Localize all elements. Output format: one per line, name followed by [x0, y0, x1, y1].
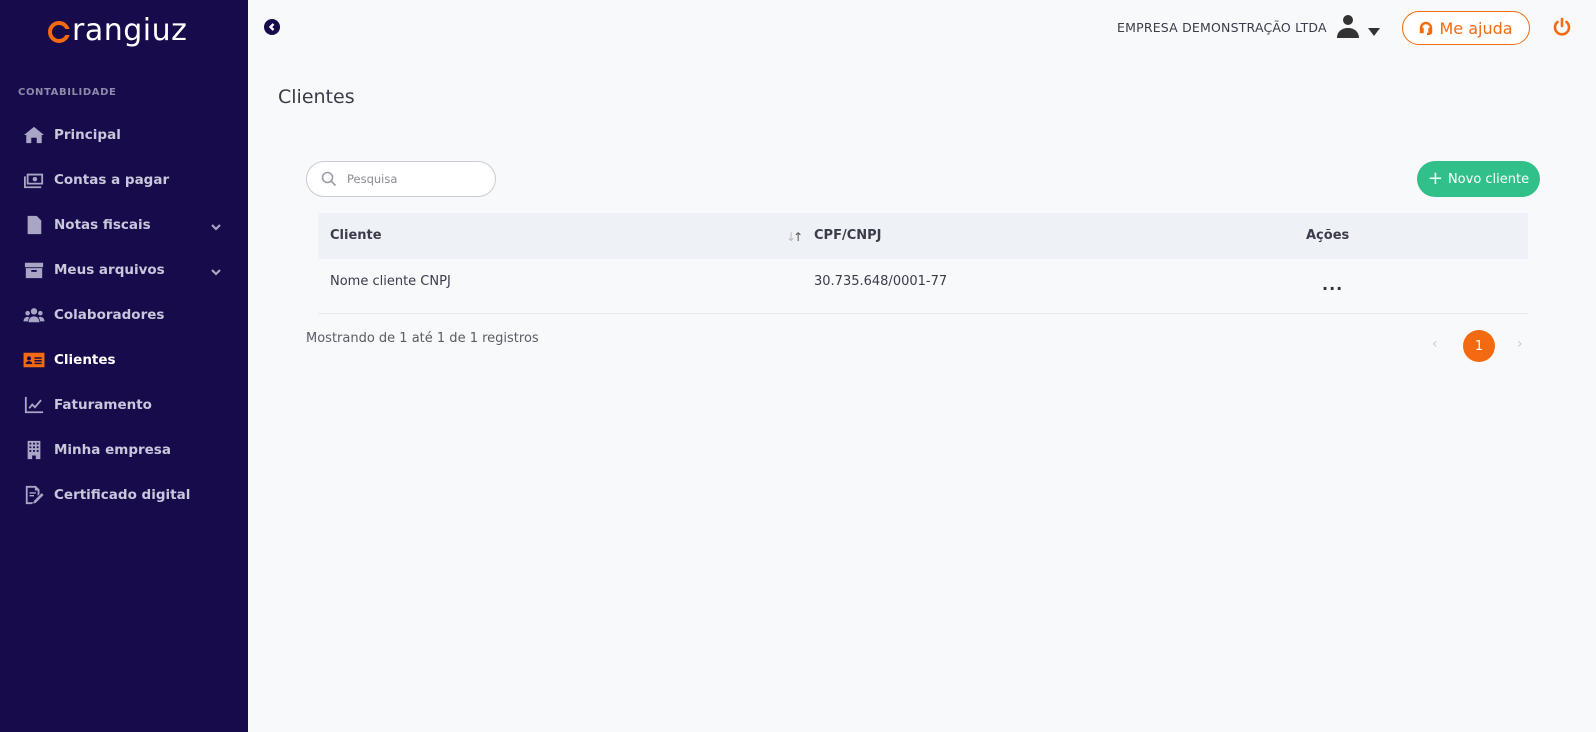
chevron-left-icon	[268, 23, 275, 31]
company-name: EMPRESA DEMONSTRAÇÃO LTDA	[1117, 20, 1327, 35]
clients-table: Cliente ↓↑ CPF/CNPJ Ações Nome cliente C…	[318, 213, 1528, 314]
new-client-button-label: Novo cliente	[1447, 171, 1530, 187]
sidebar-item-label: Faturamento	[54, 396, 152, 413]
pagination-prev[interactable]: ‹	[1432, 336, 1438, 352]
home-icon	[22, 124, 46, 146]
cell-cpf-cnpj: 30.735.648/0001-77	[814, 274, 948, 289]
chart-icon	[22, 394, 46, 416]
sidebar-item-label: Meus arquivos	[54, 261, 165, 278]
sidebar-item-label: Contas a pagar	[54, 171, 170, 188]
help-button[interactable]: Me ajuda	[1402, 11, 1530, 45]
sidebar-item-label: Certificado digital	[54, 486, 191, 503]
column-header-cpf-cnpj[interactable]: CPF/CNPJ	[814, 228, 881, 243]
collapse-sidebar-button[interactable]	[264, 19, 280, 35]
sidebar-item-principal[interactable]: Principal	[0, 112, 248, 157]
column-header-cliente[interactable]: Cliente	[330, 228, 382, 243]
sidebar-item-minha-empresa[interactable]: Minha empresa	[0, 427, 248, 472]
logo-text: rangiuz	[72, 12, 188, 48]
certificate-icon	[22, 484, 46, 506]
sidebar-item-label: Principal	[54, 126, 121, 143]
sidebar-item-label: Notas fiscais	[54, 216, 151, 233]
sidebar-item-faturamento[interactable]: Faturamento	[0, 382, 248, 427]
sort-icon[interactable]: ↓↑	[786, 230, 803, 244]
sidebar-item-label: Minha empresa	[54, 441, 171, 458]
new-client-button[interactable]: + Novo cliente	[1417, 161, 1540, 197]
section-label-contabilidade: CONTABILIDADE	[18, 87, 117, 98]
column-header-acoes: Ações	[1306, 228, 1350, 243]
sidebar-item-clientes[interactable]: Clientes	[0, 337, 248, 382]
power-icon[interactable]	[1552, 17, 1572, 37]
orangiuz-logo[interactable]: rangiuz	[48, 10, 187, 50]
caret-down-icon[interactable]	[1368, 21, 1380, 36]
plus-icon: +	[1427, 168, 1443, 189]
sidebar-item-meus-arquivos[interactable]: Meus arquivos	[0, 247, 248, 292]
records-info: Mostrando de 1 até 1 de 1 registros	[306, 331, 539, 346]
sidebar-item-label: Colaboradores	[54, 306, 165, 323]
page-title: Clientes	[278, 86, 355, 108]
search-icon	[321, 171, 337, 187]
id-card-icon	[22, 349, 46, 371]
chevron-down-icon[interactable]	[210, 218, 222, 231]
sidebar-item-notas-fiscais[interactable]: Notas fiscais	[0, 202, 248, 247]
pagination-next[interactable]: ›	[1517, 336, 1523, 352]
table-header: Cliente ↓↑ CPF/CNPJ Ações	[318, 213, 1528, 259]
building-icon	[22, 439, 46, 461]
chevron-down-icon[interactable]	[210, 263, 222, 276]
users-icon	[22, 304, 46, 326]
headset-icon	[1420, 21, 1433, 35]
pagination-page-1[interactable]: 1	[1463, 330, 1495, 362]
table-row: Nome cliente CNPJ 30.735.648/0001-77 ...	[318, 259, 1528, 314]
invoice-icon	[22, 214, 46, 236]
sidebar-nav: Principal Contas a pagar Notas fiscais M…	[0, 112, 248, 517]
sidebar-item-label: Clientes	[54, 351, 116, 368]
archive-icon	[22, 259, 46, 281]
help-button-label: Me ajuda	[1439, 18, 1513, 38]
user-avatar-icon[interactable]	[1335, 14, 1361, 38]
row-actions-menu-icon[interactable]: ...	[1322, 275, 1343, 294]
cell-cliente: Nome cliente CNPJ	[330, 274, 451, 289]
sidebar: rangiuz CONTABILIDADE Principal Contas a…	[0, 0, 248, 732]
money-icon	[22, 169, 46, 191]
logo-o-mark	[48, 21, 70, 43]
sidebar-item-colaboradores[interactable]: Colaboradores	[0, 292, 248, 337]
search-input[interactable]	[347, 172, 477, 186]
sidebar-item-contas-a-pagar[interactable]: Contas a pagar	[0, 157, 248, 202]
sidebar-item-certificado-digital[interactable]: Certificado digital	[0, 472, 248, 517]
search-box[interactable]	[306, 161, 496, 197]
